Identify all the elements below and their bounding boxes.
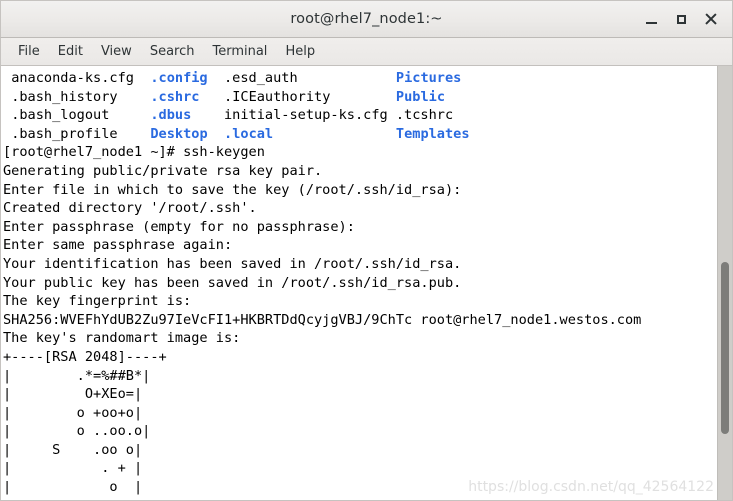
terminal-output[interactable]: anaconda-ks.cfg .config .esd_auth Pictur… — [1, 66, 717, 500]
terminal-listing-row: .bash_history .cshrc .ICEauthority Publi… — [3, 88, 717, 107]
terminal-output-line: The key's randomart image is: — [3, 330, 241, 347]
randomart-line: | S .oo o| — [3, 441, 143, 458]
terminal-listing-row: .bash_logout .dbus initial-setup-ks.cfg … — [3, 106, 717, 125]
listing-directory: .cshrc — [150, 88, 200, 105]
maximize-button[interactable] — [666, 5, 696, 33]
listing-directory: Templates — [395, 125, 470, 142]
listing-file: .bash_history — [11, 88, 118, 105]
terminal-output-line: Your identification has been saved in /r… — [3, 255, 462, 272]
close-icon — [705, 13, 717, 25]
listing-directory: .dbus — [150, 107, 192, 124]
minimize-button[interactable] — [636, 5, 666, 33]
terminal-output-line: Enter passphrase (empty for no passphras… — [3, 218, 355, 235]
terminal-output-line: Created directory '/root/.ssh'. — [3, 200, 257, 217]
menu-item-file[interactable]: File — [9, 41, 49, 62]
menu-item-search[interactable]: Search — [141, 41, 204, 62]
randomart-line: | .*=%##B*| — [3, 367, 151, 384]
terminal-prompt-line: [root@rhel7_node1 ~]# ssh-keygen — [3, 143, 717, 162]
window-title: root@rhel7_node1:~ — [290, 11, 443, 27]
randomart-line: | o ..oo.o| — [3, 423, 151, 440]
terminal-body: anaconda-ks.cfg .config .esd_auth Pictur… — [0, 66, 733, 501]
window-titlebar: root@rhel7_node1:~ — [0, 0, 733, 38]
terminal-output-line: Generating public/private rsa key pair. — [3, 162, 323, 179]
listing-file: anaconda-ks.cfg — [11, 70, 134, 86]
shell-command: ssh-keygen — [183, 144, 265, 161]
window-controls — [636, 1, 726, 37]
listing-directory: Desktop — [150, 125, 208, 142]
listing-file: .tcshrc — [395, 107, 454, 124]
listing-file: initial-setup-ks.cfg — [224, 107, 388, 124]
shell-prompt: [root@rhel7_node1 ~]# — [3, 144, 184, 161]
listing-file: .ICEauthority — [224, 88, 331, 105]
listing-directory: Pictures — [395, 70, 462, 86]
randomart-line: | o +oo+o| — [3, 404, 143, 421]
listing-file: .esd_auth — [224, 70, 298, 86]
listing-directory: Public — [395, 88, 446, 105]
menu-item-view[interactable]: View — [92, 41, 141, 62]
randomart-line: | . . | — [3, 497, 717, 500]
terminal-scrollbar[interactable] — [717, 66, 732, 500]
listing-file: .bash_profile — [11, 125, 118, 142]
scrollbar-thumb[interactable] — [721, 262, 729, 434]
randomart-line: | o | — [3, 479, 143, 496]
listing-directory: .local — [224, 125, 274, 142]
terminal-output-line: Enter same passphrase again: — [3, 237, 233, 254]
terminal-output-line: The key fingerprint is: — [3, 293, 192, 310]
menu-item-terminal[interactable]: Terminal — [203, 41, 276, 62]
terminal-output-line: SHA256:WVEFhYdUB2Zu97IeVcFI1+HKBRTDdQcyj… — [3, 311, 642, 328]
close-button[interactable] — [696, 5, 726, 33]
terminal-listing-row: anaconda-ks.cfg .config .esd_auth Pictur… — [3, 69, 717, 88]
terminal-window: root@rhel7_node1:~ File Edit View Search… — [0, 0, 733, 501]
randomart-line: | O+XEo=| — [3, 386, 143, 403]
randomart-line: +----[RSA 2048]----+ — [3, 348, 167, 365]
terminal-listing-row: .bash_profile Desktop .local Templates — [3, 125, 717, 144]
terminal-output-line: Your public key has been saved in /root/… — [3, 274, 462, 291]
terminal-output-line: Enter file in which to save the key (/ro… — [3, 181, 462, 198]
maximize-icon — [676, 14, 686, 24]
menu-item-help[interactable]: Help — [276, 41, 324, 62]
randomart-line: | . + | — [3, 460, 143, 477]
menu-item-edit[interactable]: Edit — [49, 41, 92, 62]
menubar: File Edit View Search Terminal Help — [0, 38, 733, 66]
listing-file: .bash_logout — [11, 107, 110, 124]
listing-directory: .config — [150, 70, 208, 86]
minimize-icon — [645, 21, 657, 24]
